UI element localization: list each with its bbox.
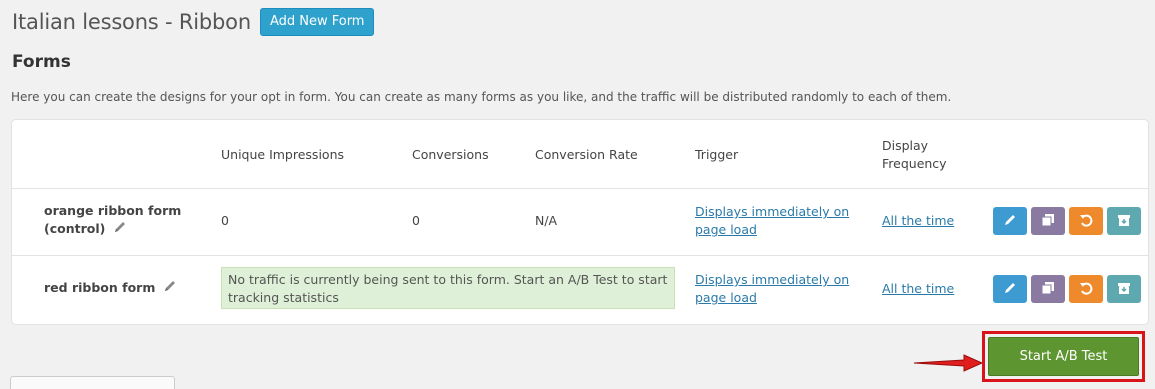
reset-button[interactable] [1069,207,1103,235]
partial-panel [10,376,175,389]
form-name-line2: (control) [44,221,106,236]
trigger-line1[interactable]: Displays immediately on [695,271,849,289]
archive-button[interactable] [1107,207,1141,235]
start-ab-test-button[interactable]: Start A/B Test [988,337,1139,376]
trigger-line2[interactable]: page load [695,221,849,239]
copy-icon [1041,212,1055,231]
pencil-icon [1003,212,1017,231]
row-divider [12,255,1148,256]
copy-icon [1041,280,1055,299]
archive-button[interactable] [1107,275,1141,303]
form-name-orange: orange ribbon form (control) [44,202,181,239]
notice-line2: tracking statistics [228,290,339,305]
frequency-link[interactable]: All the time [882,212,954,230]
form-name-line1: red ribbon form [44,280,156,295]
section-title: Forms [12,52,71,72]
forms-table: Unique Impressions Conversions Conversio… [11,119,1149,325]
page-header: Italian lessons - Ribbon Add New Form [12,8,375,36]
add-new-form-button[interactable]: Add New Form [259,8,375,36]
trigger-link[interactable]: Displays immediately on page load [695,203,849,239]
row-actions [993,207,1141,235]
undo-icon [1079,280,1093,299]
col-conversion-rate: Conversion Rate [535,147,638,162]
undo-icon [1079,212,1093,231]
conversions-value: 0 [412,213,420,228]
edit-button[interactable] [993,275,1027,303]
rename-pencil-icon[interactable] [163,279,177,298]
reset-button[interactable] [1069,275,1103,303]
conversion-rate-value: N/A [535,213,558,228]
row-divider [12,188,1148,189]
row-actions [993,275,1141,303]
edit-button[interactable] [993,207,1027,235]
archive-icon [1117,212,1131,231]
no-traffic-notice: No traffic is currently being sent to th… [221,267,675,309]
duplicate-button[interactable] [1031,207,1065,235]
col-display-frequency: Display Frequency [882,138,947,171]
trigger-line2[interactable]: page load [695,289,849,307]
trigger-line1[interactable]: Displays immediately on [695,203,849,221]
rename-pencil-icon[interactable] [113,220,127,239]
ab-test-highlight: Start A/B Test [982,331,1145,382]
col-unique-impressions: Unique Impressions [221,147,344,162]
section-description: Here you can create the designs for your… [11,90,952,104]
trigger-link[interactable]: Displays immediately on page load [695,271,849,307]
page-title: Italian lessons - Ribbon [12,10,251,34]
archive-icon [1117,280,1131,299]
form-name-line1: orange ribbon form [44,203,182,218]
red-arrow-icon [912,353,984,377]
pencil-icon [1003,280,1017,299]
form-name-red: red ribbon form [44,279,177,298]
col-trigger: Trigger [695,147,739,162]
notice-line1: No traffic is currently being sent to th… [228,272,668,287]
impressions-value: 0 [221,213,229,228]
col-conversions: Conversions [412,147,489,162]
duplicate-button[interactable] [1031,275,1065,303]
frequency-link[interactable]: All the time [882,280,954,298]
